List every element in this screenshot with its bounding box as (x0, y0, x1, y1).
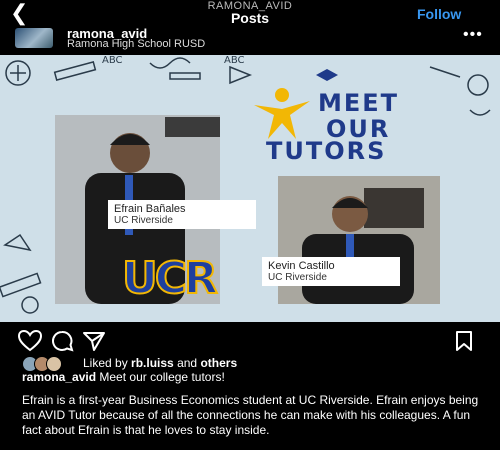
liked-avatars[interactable] (22, 356, 74, 372)
liked-others[interactable]: others (200, 356, 237, 370)
tutor-school-1: UC Riverside (114, 215, 173, 226)
ucr-logo: UCR (121, 252, 219, 305)
svg-text:ABC: ABC (224, 55, 245, 66)
star-figure-icon (254, 88, 310, 139)
tutor-school-2: UC Riverside (268, 272, 327, 283)
caption-text: Meet our college tutors! (99, 370, 225, 384)
avatar[interactable] (15, 28, 53, 48)
liked-prefix: Liked by (83, 356, 128, 370)
post-image[interactable]: ABC ABC ABC MEET OUR TUTORS Efrain Bañal… (0, 55, 500, 322)
post-description: Efrain is a first-year Business Economic… (22, 393, 479, 437)
send-icon[interactable] (82, 330, 106, 352)
svg-text:ABC: ABC (102, 55, 123, 66)
tutor-caption-2: Kevin Castillo UC Riverside (262, 257, 400, 286)
comment-icon[interactable] (50, 330, 74, 352)
account-location[interactable]: Ramona High School RUSD (67, 38, 205, 50)
bookmark-icon[interactable] (455, 330, 473, 352)
more-horizontal-icon[interactable]: ••• (463, 26, 483, 44)
headline-line-3: TUTORS (266, 137, 387, 165)
tutor-name-1: Efrain Bañales (114, 203, 186, 215)
headline-line-1: MEET (318, 89, 400, 117)
top-bar: ❮ RAMONA_AVID Posts Follow (0, 0, 500, 26)
liked-user[interactable]: rb.luiss (131, 356, 174, 370)
post-caption: ramona_avid Meet our college tutors! (22, 370, 225, 384)
heart-icon[interactable] (18, 330, 42, 352)
liked-joiner: and (177, 356, 198, 370)
graduation-cap-icon (316, 69, 338, 81)
tutor-name-2: Kevin Castillo (268, 260, 335, 272)
liked-by-text[interactable]: Liked by rb.luiss and others (83, 356, 237, 370)
caption-username[interactable]: ramona_avid (22, 370, 96, 384)
follow-button[interactable]: Follow (417, 6, 461, 22)
tutor-caption-1: Efrain Bañales UC Riverside (108, 200, 256, 229)
